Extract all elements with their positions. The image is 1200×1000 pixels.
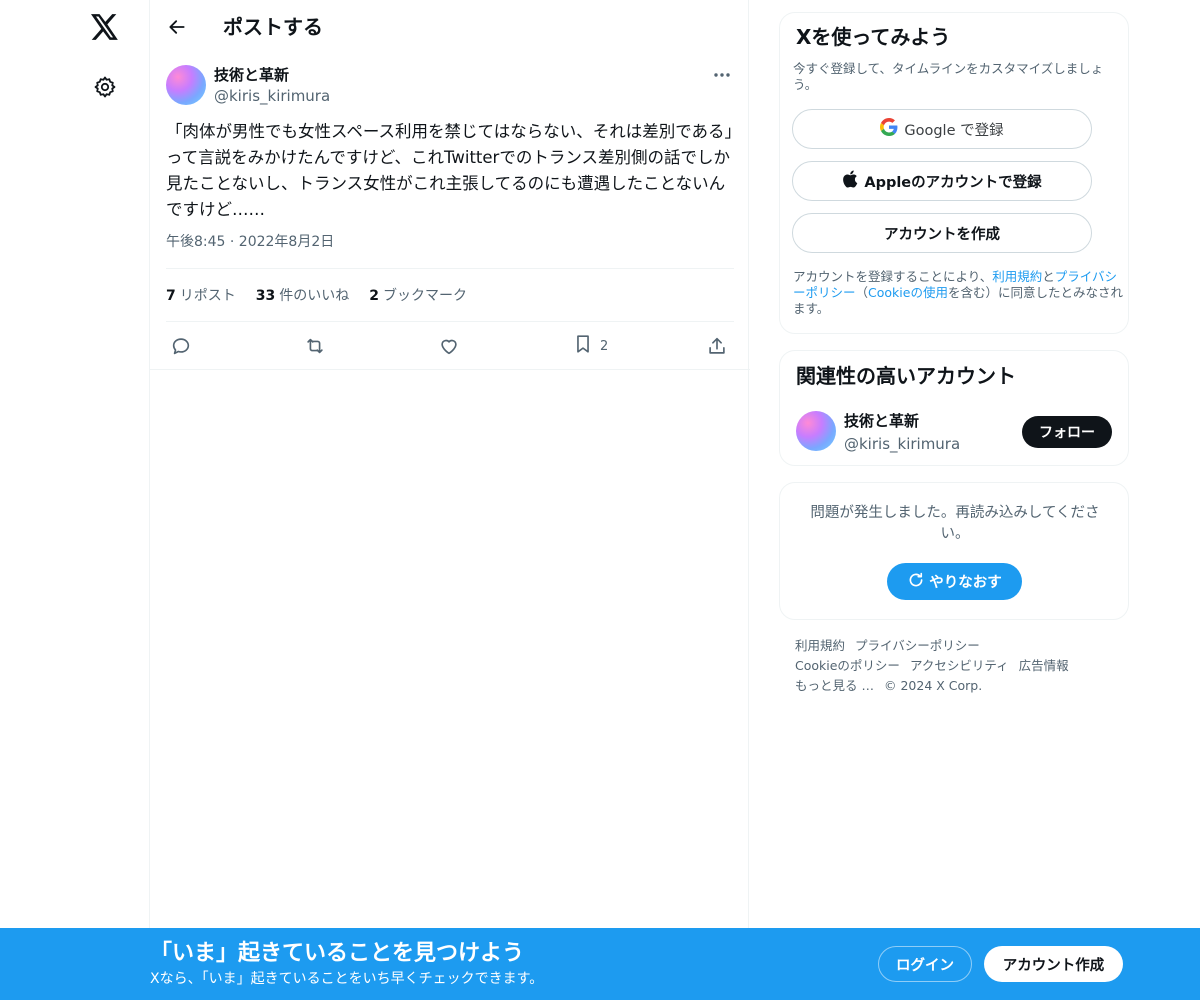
cookie-link[interactable]: Cookieの使用 (868, 285, 948, 300)
post-text: 「肉体が男性でも女性スペース利用を禁じてはならない、それは差別である」って言説を… (166, 122, 733, 219)
author-name[interactable]: 技術と革新 (214, 65, 289, 85)
terms-link[interactable]: 利用規約 (992, 269, 1042, 284)
related-account-name[interactable]: 技術と革新 (844, 411, 919, 431)
copyright: © 2024 X Corp. (883, 678, 983, 693)
apple-signup-label: Appleのアカウントで登録 (864, 174, 1042, 191)
bookmark-icon (572, 333, 594, 359)
gear-icon[interactable] (91, 73, 119, 101)
page-header: ポストする (150, 0, 750, 53)
post-detail: 技術と革新 @kiris_kirimura 「肉体が男性でも女性スペース利用を禁… (150, 53, 750, 370)
repost-icon[interactable] (304, 335, 326, 357)
likes-stat[interactable]: 33 件のいいね (256, 285, 349, 305)
banner-subtitle: Xなら、「いま」起きていることをいち早くチェックできます。 (150, 971, 544, 987)
x-logo-icon[interactable] (89, 11, 121, 43)
signup-subtitle: 今すぐ登録して、タイムラインをカスタマイズしましょう。 (793, 61, 1104, 92)
error-card: 問題が発生しました。再読み込みしてください。 やりなおす (779, 482, 1129, 620)
terms-notice: アカウントを登録することにより、利用規約とプライバシーポリシー（Cookieの使… (793, 269, 1123, 316)
bookmark-count: 2 (600, 338, 609, 354)
post-stats: 7 リポスト 33 件のいいね 2 ブックマーク (166, 268, 734, 322)
footer-links: 利用規約 プライバシーポリシー Cookieのポリシー アクセシビリティ 広告情報 も… (795, 636, 1125, 696)
post-timestamp[interactable]: 午後8:45 · 2022年8月2日 (166, 232, 334, 252)
footer-link-accessibility[interactable]: アクセシビリティ (910, 658, 1009, 673)
banner-create-account-button[interactable]: アカウント作成 (984, 946, 1123, 982)
footer-link-ads[interactable]: 広告情報 (1019, 658, 1069, 673)
footer-link-more[interactable]: もっと見る … (795, 678, 874, 693)
retry-button[interactable]: やりなおす (887, 563, 1022, 600)
author-handle[interactable]: @kiris_kirimura (214, 86, 330, 106)
share-icon[interactable] (706, 335, 728, 357)
apple-signup-button[interactable]: Appleのアカウントで登録 (792, 161, 1092, 201)
signup-title: Xを使ってみよう (796, 25, 951, 49)
footer-link-privacy[interactable]: プライバシーポリシー (855, 638, 980, 653)
like-heart-icon[interactable] (438, 335, 460, 357)
create-account-button[interactable]: アカウントを作成 (792, 213, 1092, 253)
signup-card: Xを使ってみよう 今すぐ登録して、タイムラインをカスタマイズしましょう。 Goo… (779, 12, 1129, 334)
left-navigation (0, 0, 150, 1000)
error-message: 問題が発生しました。再読み込みしてください。 (810, 505, 1100, 542)
retry-label: やりなおす (929, 575, 1002, 591)
google-icon (880, 118, 898, 140)
refresh-icon (907, 571, 925, 593)
reply-icon[interactable] (170, 335, 192, 357)
related-accounts-card: 関連性の高いアカウント 技術と革新 @kiris_kirimura フォロー (779, 350, 1129, 466)
right-sidebar: Xを使ってみよう 今すぐ登録して、タイムラインをカスタマイズしましょう。 Goo… (779, 0, 1129, 1000)
follow-button[interactable]: フォロー (1022, 416, 1112, 448)
footer-link-cookie[interactable]: Cookieのポリシー (795, 658, 900, 673)
more-options-icon[interactable] (710, 65, 734, 85)
bookmark-button[interactable]: 2 (572, 335, 608, 357)
google-signup-label: Google で登録 (904, 122, 1004, 139)
apple-icon (842, 170, 858, 192)
back-arrow-icon[interactable] (162, 12, 192, 42)
banner-title: 「いま」起きていることを見つけよう (150, 941, 525, 966)
login-button[interactable]: ログイン (878, 946, 972, 982)
bookmarks-stat[interactable]: 2 ブックマーク (369, 285, 467, 305)
related-title: 関連性の高いアカウント (796, 364, 1016, 388)
signup-banner: 「いま」起きていることを見つけよう Xなら、「いま」起きていることをいち早くチェ… (0, 928, 1200, 1000)
post-actions: 2 (166, 323, 734, 369)
footer-link-terms[interactable]: 利用規約 (795, 638, 845, 653)
main-column: ポストする 技術と革新 @kiris_kirimura 「肉体が男性でも女性スペ… (149, 0, 750, 1000)
page-title: ポストする (223, 15, 323, 39)
related-avatar[interactable] (796, 411, 836, 451)
related-account-handle[interactable]: @kiris_kirimura (844, 434, 960, 454)
google-signup-button[interactable]: Google で登録 (792, 109, 1092, 149)
author-avatar[interactable] (166, 65, 206, 105)
reposts-stat[interactable]: 7 リポスト (166, 285, 236, 305)
